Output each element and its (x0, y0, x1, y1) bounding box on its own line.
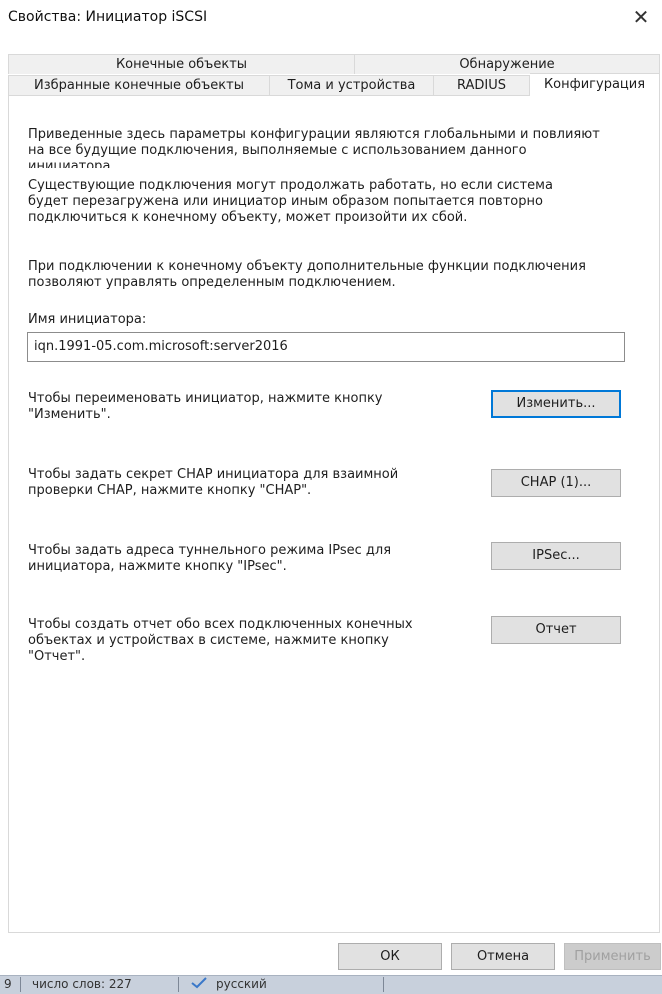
ok-button[interactable]: ОК (338, 943, 442, 970)
change-button[interactable]: Изменить... (491, 390, 621, 418)
intro-text-1: Приведенные здесь параметры конфигурации… (28, 127, 600, 142)
intro-text-2: на все будущие подключения, выполняемые … (28, 143, 527, 158)
initiator-name-label: Имя инициатора: (28, 312, 147, 327)
word-status-bar: 9 число слов: 227 русский (0, 975, 662, 994)
ipsec-text-2: инициатора, нажмите кнопку "IPsec". (28, 559, 287, 574)
status-divider (20, 977, 21, 992)
tab-radius[interactable]: RADIUS (434, 75, 530, 95)
chap-text-2: проверки CHAP, нажмите кнопку "CHAP". (28, 483, 312, 498)
status-divider (178, 977, 179, 992)
title-bar: Свойства: Инициатор iSCSI ✕ (0, 0, 662, 34)
report-text-2: объектах и устройствах в системе, нажмит… (28, 633, 389, 648)
existing-text-3: подключиться к конечному объекту, может … (28, 210, 468, 225)
apply-button: Применить (564, 943, 661, 970)
tab-targets[interactable]: Конечные объекты (8, 54, 355, 74)
tab-discovery[interactable]: Обнаружение (355, 54, 660, 74)
chap-button[interactable]: CHAP (1)... (491, 469, 621, 497)
ipsec-text-1: Чтобы задать адреса туннельного режима I… (28, 543, 392, 558)
tab-row-bottom: Избранные конечные объекты Тома и устрой… (8, 73, 660, 97)
close-icon[interactable]: ✕ (630, 6, 652, 28)
report-button[interactable]: Отчет (491, 616, 621, 644)
rename-text-1: Чтобы переименовать инициатор, нажмите к… (28, 391, 383, 406)
existing-text-2: будет перезагружена или инициатор иным о… (28, 194, 543, 209)
page-indicator: 9 (4, 977, 12, 991)
window-title: Свойства: Инициатор iSCSI (8, 9, 208, 25)
features-text-1: При подключении к конечному объекту допо… (28, 259, 586, 274)
language-indicator[interactable]: русский (216, 976, 267, 992)
tab-volumes-devices[interactable]: Тома и устройства (270, 75, 434, 95)
features-text-2: позволяют управлять определенным подключ… (28, 275, 396, 290)
tab-favorite-targets[interactable]: Избранные конечные объекты (8, 75, 270, 95)
initiator-name-field[interactable]: iqn.1991-05.com.microsoft:server2016 (27, 332, 625, 362)
tab-row-top: Конечные объекты Обнаружение (8, 54, 660, 74)
tab-configuration[interactable]: Конфигурация (530, 73, 660, 97)
report-text-1: Чтобы создать отчет обо всех подключенны… (28, 617, 413, 632)
proofing-icon[interactable] (190, 976, 208, 994)
intro-text-3: инициатора. (28, 159, 115, 168)
word-count[interactable]: число слов: 227 (32, 976, 132, 992)
status-divider (383, 977, 384, 992)
ipsec-button[interactable]: IPSec... (491, 542, 621, 570)
configuration-panel: Приведенные здесь параметры конфигурации… (8, 95, 660, 933)
report-text-3: "Отчет". (28, 649, 86, 664)
chap-text-1: Чтобы задать секрет CHAP инициатора для … (28, 467, 399, 482)
cancel-button[interactable]: Отмена (451, 943, 555, 970)
rename-text-2: "Изменить". (28, 407, 111, 422)
existing-text-1: Существующие подключения могут продолжат… (28, 178, 553, 193)
